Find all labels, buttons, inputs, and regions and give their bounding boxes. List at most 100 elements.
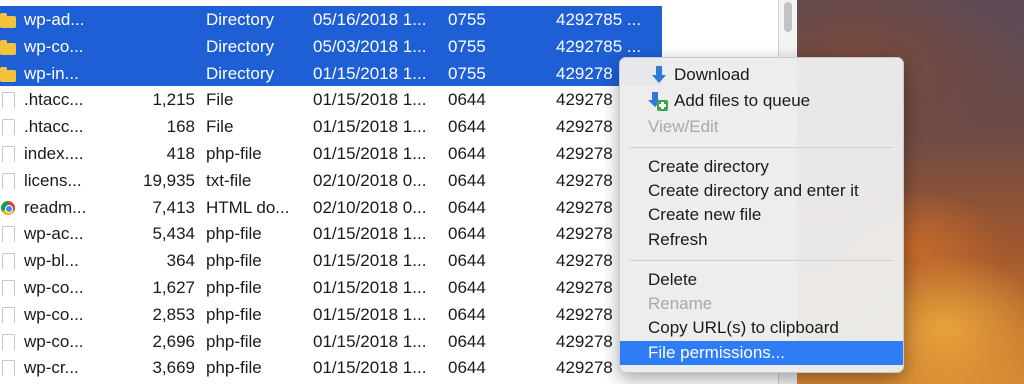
file-size: 19,935 [143, 170, 195, 190]
file-permissions: 0644 [448, 331, 486, 351]
file-size: 2,696 [152, 331, 195, 351]
file-permissions: 0644 [448, 224, 486, 244]
file-size: 1,627 [152, 277, 195, 297]
document-icon [0, 333, 16, 350]
menu-separator [630, 147, 893, 148]
file-modified-date: 01/15/2018 1... [313, 117, 427, 137]
menu-item-file-permissions[interactable]: File permissions... [620, 341, 903, 365]
file-type: php-file [206, 143, 262, 163]
file-permissions: 0644 [448, 170, 486, 190]
folder-icon [0, 39, 16, 55]
file-modified-date: 01/15/2018 1... [313, 224, 427, 244]
file-size: 168 [166, 117, 195, 137]
menu-item-rename: Rename [648, 294, 713, 313]
menu-item-delete[interactable]: Delete [620, 268, 903, 292]
file-permissions: 0644 [448, 197, 486, 217]
file-name: wp-ad... [24, 10, 85, 29]
file-type: php-file [206, 331, 262, 351]
document-icon [0, 92, 16, 109]
file-type: txt-file [206, 170, 252, 190]
file-name: .htacc... [24, 90, 84, 110]
download-icon [650, 66, 668, 84]
document-icon [0, 226, 16, 243]
file-name: wp-in... [24, 63, 79, 83]
file-modified-date: 01/15/2018 1... [313, 90, 427, 110]
file-size: 2,853 [152, 304, 195, 324]
file-permissions: 0755 [448, 63, 486, 83]
menu-item-label: Add files to queue [674, 91, 811, 110]
file-modified-date: 01/15/2018 1... [313, 277, 427, 297]
file-modified-date: 05/03/2018 1... [313, 36, 427, 56]
file-modified-date: 05/16/2018 1... [313, 10, 427, 29]
file-owner-group: 4292785 ... [556, 36, 642, 56]
file-name: wp-co... [24, 304, 84, 324]
file-type: Directory [206, 36, 275, 56]
file-permissions: 0644 [448, 117, 486, 137]
scrollbar-thumb[interactable] [784, 2, 792, 32]
file-name: wp-co... [24, 331, 84, 351]
menu-item-add-files-to-queue[interactable]: Add files to queue [620, 89, 903, 113]
menu-separator [630, 260, 893, 261]
file-modified-date: 01/15/2018 1... [313, 331, 427, 351]
file-type: php-file [206, 358, 262, 378]
menu-item-create-directory-and-enter[interactable]: Create directory and enter it [620, 179, 903, 203]
file-name: index.... [24, 143, 84, 163]
file-name: readm... [24, 197, 87, 217]
file-name: .htacc... [24, 117, 84, 137]
file-row[interactable]: wp-ad... Directory 05/16/2018 1... 0755 4292… [0, 6, 662, 33]
file-modified-date: 01/15/2018 1... [313, 143, 427, 163]
file-size: 7,413 [152, 197, 195, 217]
folder-icon [0, 66, 16, 82]
file-name: wp-co... [24, 277, 84, 297]
document-icon [0, 360, 16, 377]
file-type: File [206, 117, 234, 137]
menu-item-view-edit: View/Edit [648, 117, 719, 136]
file-row[interactable]: wp-co... Directory 05/03/2018 1... 0755 4292… [0, 32, 662, 60]
file-permissions: 0644 [448, 277, 486, 297]
document-icon [0, 145, 16, 162]
file-type: File [206, 90, 234, 110]
file-name: wp-ac... [24, 224, 84, 244]
add-to-queue-icon [648, 92, 668, 111]
file-modified-date: 01/15/2018 1... [313, 304, 427, 324]
file-permissions: 0644 [448, 358, 486, 378]
file-permissions: 0644 [448, 143, 486, 163]
file-modified-date: 02/10/2018 0... [313, 170, 427, 190]
file-size: 1,215 [152, 90, 195, 110]
file-size: 5,434 [152, 224, 195, 244]
menu-item-create-new-file[interactable]: Create new file [620, 203, 903, 227]
file-permissions: 0644 [448, 251, 486, 271]
chrome-icon [0, 200, 16, 216]
file-size: 418 [166, 143, 195, 163]
document-icon [0, 306, 16, 323]
document-icon [0, 172, 16, 189]
file-type: php-file [206, 304, 262, 324]
file-owner-group: 4292785 ... [556, 10, 642, 29]
context-menu: Download Add files to queue View/Edit Cr… [619, 57, 904, 373]
folder-icon [0, 12, 16, 28]
file-row[interactable]: wp-in... Directory 01/15/2018 1... 0755 4292… [0, 59, 662, 87]
menu-item-download[interactable]: Download [620, 63, 903, 87]
file-permissions: 0755 [448, 10, 486, 29]
file-name: wp-bl... [24, 251, 79, 271]
file-type: php-file [206, 251, 262, 271]
file-name: wp-co... [24, 36, 84, 56]
file-size: 3,669 [152, 358, 195, 378]
file-name: licens... [24, 170, 82, 190]
document-icon [0, 253, 16, 270]
file-modified-date: 01/15/2018 1... [313, 251, 427, 271]
file-size: 364 [166, 251, 195, 271]
menu-item-refresh[interactable]: Refresh [620, 228, 903, 252]
menu-item-copy-url[interactable]: Copy URL(s) to clipboard [620, 316, 903, 340]
file-permissions: 0644 [448, 90, 486, 110]
file-modified-date: 02/10/2018 0... [313, 197, 427, 217]
file-modified-date: 01/15/2018 1... [313, 358, 427, 378]
file-type: Directory [206, 63, 275, 83]
document-icon [0, 279, 16, 296]
document-icon [0, 119, 16, 136]
file-type: HTML do... [206, 197, 290, 217]
menu-item-create-directory[interactable]: Create directory [620, 155, 903, 179]
file-type: php-file [206, 277, 262, 297]
file-permissions: 0755 [448, 36, 486, 56]
file-type: php-file [206, 224, 262, 244]
